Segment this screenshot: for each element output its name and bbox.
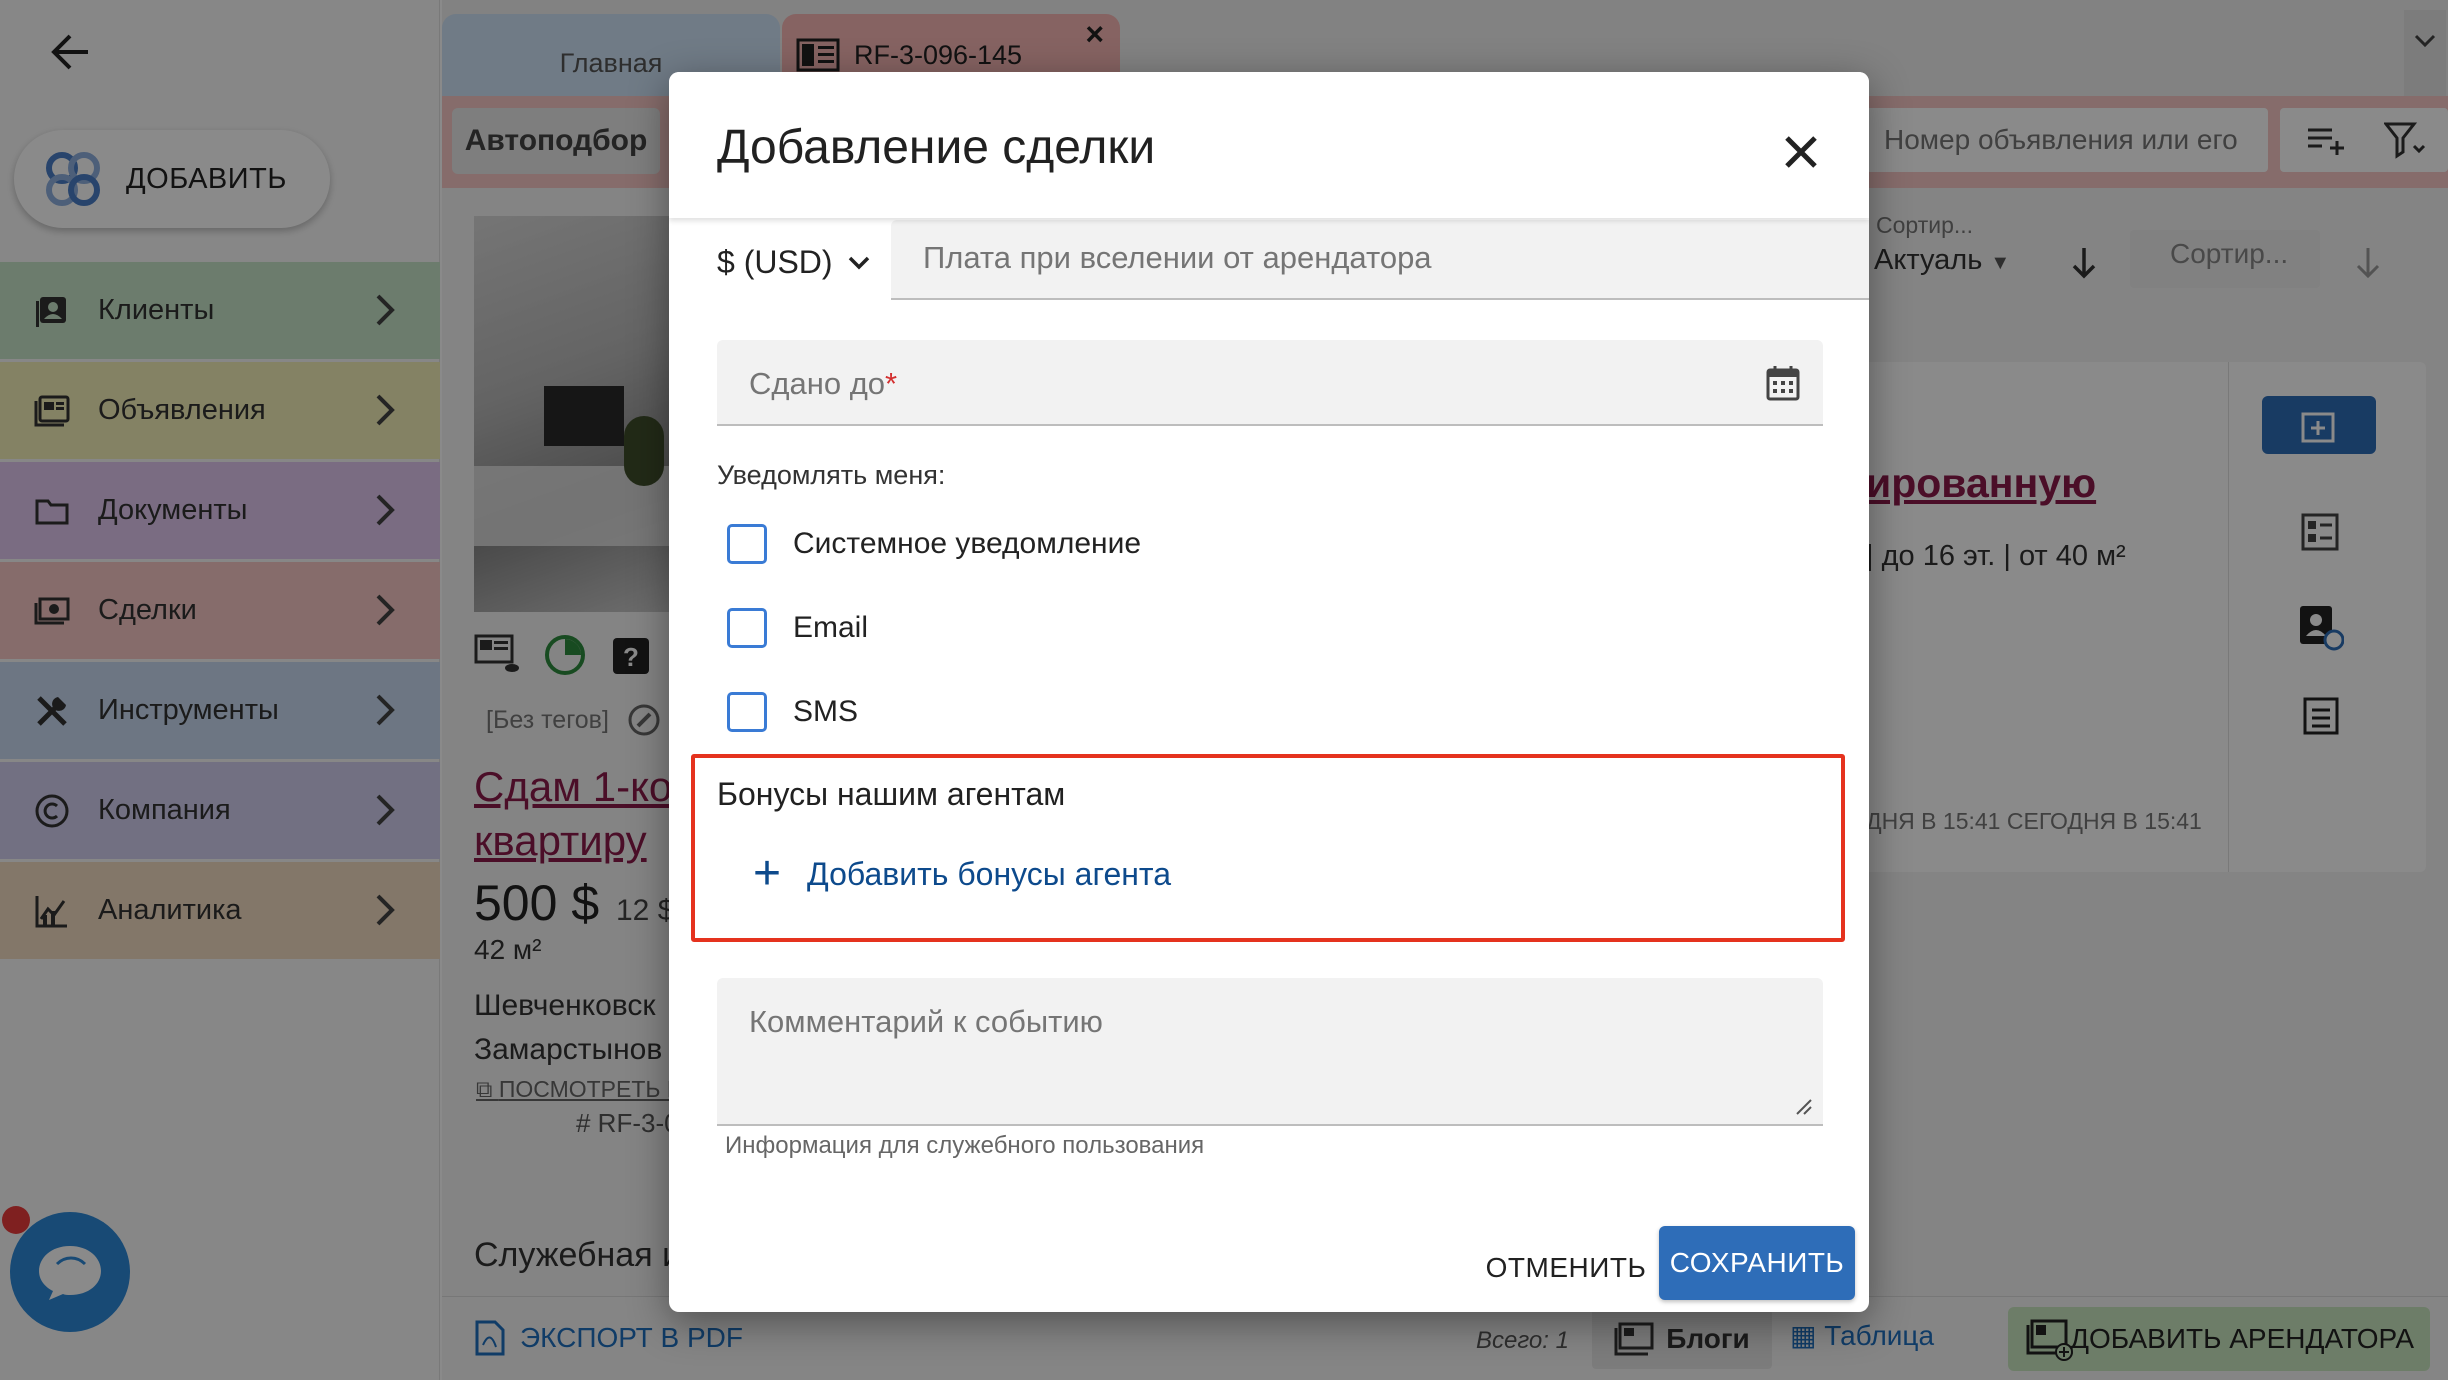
plus-icon: + <box>753 847 782 900</box>
bonus-section-title: Бонусы нашим агентам <box>717 776 1066 812</box>
sms-checkbox[interactable] <box>727 692 767 732</box>
add-agent-bonus-button[interactable]: + Добавить бонусы агента <box>753 847 1171 900</box>
required-mark: * <box>885 366 898 401</box>
checkbox-system-notification-row[interactable]: Системное уведомление <box>727 524 1141 564</box>
placeholder-text: Сдано до <box>749 366 886 401</box>
field-placeholder: Плата при вселении от арендатора <box>923 240 1432 275</box>
move-in-payment-input[interactable]: Плата при вселении от арендатора <box>891 220 1869 300</box>
email-checkbox[interactable] <box>727 608 767 648</box>
checkbox-label: Email <box>793 611 869 644</box>
calendar-icon[interactable] <box>1765 364 1801 402</box>
add-bonus-label: Добавить бонусы агента <box>807 855 1171 892</box>
checkbox-email-row[interactable]: Email <box>727 608 868 648</box>
currency-value: $ (USD) <box>717 244 833 280</box>
save-button[interactable]: СОХРАНИТЬ <box>1659 1226 1855 1300</box>
currency-select[interactable]: $ (USD) <box>717 244 871 281</box>
add-deal-dialog: Добавление сделки $ (USD) Плата при всел… <box>669 72 1869 1312</box>
notify-label: Уведомлять меня: <box>717 460 946 490</box>
close-icon[interactable] <box>1779 130 1823 174</box>
field-placeholder: Сдано до* <box>749 366 897 402</box>
comment-hint: Информация для служебного пользования <box>725 1132 1205 1159</box>
chevron-down-icon <box>848 256 869 269</box>
cancel-button[interactable]: ОТМЕНИТЬ <box>1469 1232 1663 1304</box>
event-comment-textarea[interactable]: Комментарий к событию <box>717 978 1823 1126</box>
checkbox-label: Системное уведомление <box>793 527 1142 560</box>
field-placeholder: Комментарий к событию <box>749 1004 1103 1039</box>
system-notification-checkbox[interactable] <box>727 524 767 564</box>
rented-until-date-input[interactable]: Сдано до* <box>717 340 1823 426</box>
checkbox-sms-row[interactable]: SMS <box>727 692 858 732</box>
dialog-header: Добавление сделки <box>669 72 1869 218</box>
resize-handle-icon[interactable] <box>1795 1098 1813 1116</box>
checkbox-label: SMS <box>793 695 859 728</box>
dialog-title: Добавление сделки <box>717 121 1156 174</box>
